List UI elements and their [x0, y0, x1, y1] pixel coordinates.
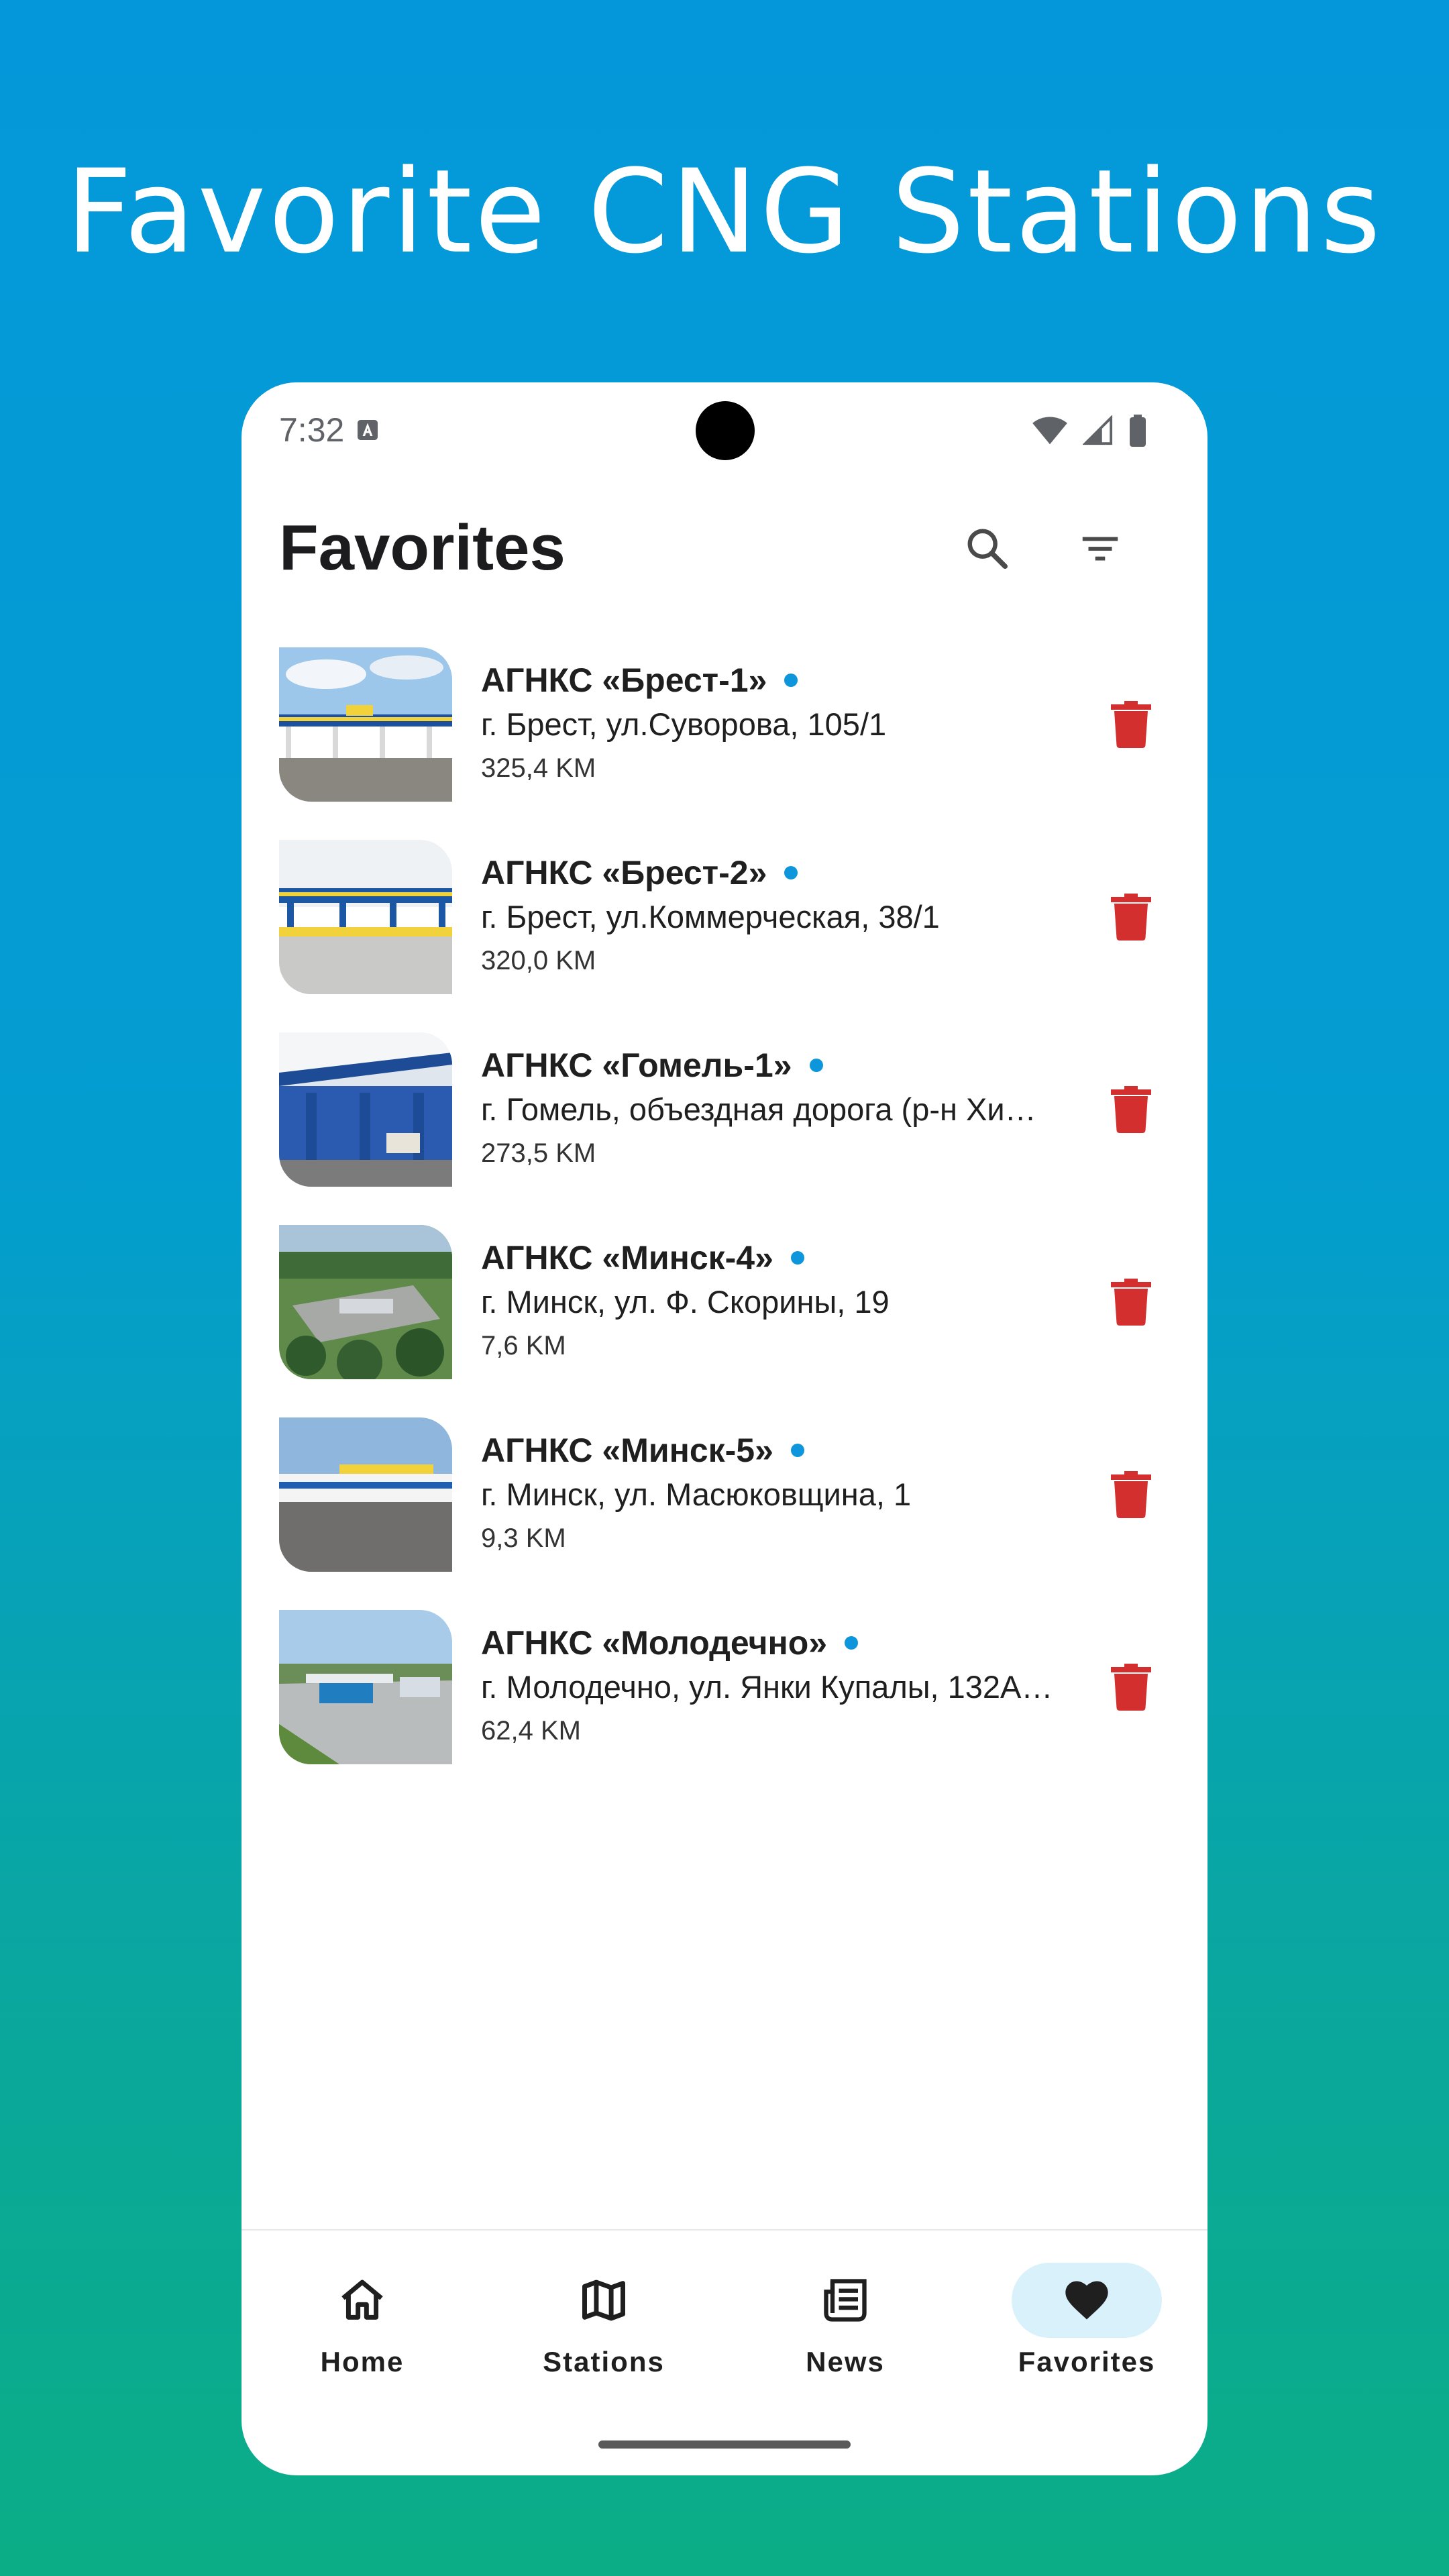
nav-label-news: News: [806, 2346, 885, 2377]
list-item[interactable]: АГНКС «Брест-2» г. Брест, ул.Коммерческа…: [241, 840, 1208, 1032]
delete-icon[interactable]: [1111, 894, 1151, 941]
status-time: 7:32: [279, 411, 345, 449]
station-distance: 62,4 KM: [481, 1716, 581, 1746]
list-item[interactable]: АГНКС «Молодечно» г. Молодечно, ул. Янки…: [241, 1610, 1208, 1803]
delete-icon[interactable]: [1111, 1279, 1151, 1326]
nav-label-stations: Stations: [543, 2346, 665, 2377]
bottom-navigation: Home Stations News Favorites: [241, 2231, 1208, 2405]
status-dot: [809, 1059, 823, 1072]
search-icon: [967, 529, 1008, 570]
station-photo: [279, 1225, 452, 1379]
delete-icon[interactable]: [1111, 1471, 1151, 1518]
station-name-text: АГНКС «Молодечно»: [481, 1624, 828, 1662]
station-name: АГНКС «Брест-2»: [481, 853, 798, 892]
search-button[interactable]: [961, 522, 1014, 576]
station-name: АГНКС «Гомель-1»: [481, 1046, 823, 1085]
station-name-text: АГНКС «Брест-1»: [481, 661, 767, 699]
status-bar: 7:32: [241, 382, 1208, 483]
station-photo: [279, 1610, 452, 1764]
delete-icon[interactable]: [1111, 701, 1151, 748]
delete-icon[interactable]: [1111, 1664, 1151, 1711]
battery-icon: [1130, 415, 1146, 447]
status-dot: [784, 866, 798, 879]
station-distance: 9,3 KM: [481, 1523, 566, 1553]
station-name: АГНКС «Брест-1»: [481, 661, 798, 700]
status-dot: [784, 674, 798, 687]
station-distance: 7,6 KM: [481, 1331, 566, 1360]
station-address: г. Минск, ул. Масюковщина, 1: [481, 1477, 912, 1512]
heart-icon: [1065, 2281, 1108, 2320]
list-item[interactable]: АГНКС «Минск-4» г. Минск, ул. Ф. Скорины…: [241, 1225, 1208, 1417]
news-icon: [824, 2279, 867, 2322]
front-camera: [696, 401, 755, 460]
nav-item-favorites[interactable]: Favorites: [966, 2231, 1208, 2405]
list-item[interactable]: АГНКС «Минск-5» г. Минск, ул. Масюковщин…: [241, 1417, 1208, 1610]
station-distance: 320,0 KM: [481, 946, 596, 975]
notification-a-icon: [358, 420, 378, 440]
phone-screen: 7:32 Favorites АГНКС «Брест-1» г. Брест,…: [241, 382, 1208, 2475]
nav-item-home[interactable]: Home: [241, 2231, 483, 2405]
nav-item-news[interactable]: News: [724, 2231, 966, 2405]
station-name: АГНКС «Минск-5»: [481, 1431, 804, 1470]
station-address: г. Брест, ул.Коммерческая, 38/1: [481, 899, 940, 934]
nav-item-stations[interactable]: Stations: [483, 2231, 724, 2405]
status-dot: [790, 1251, 804, 1265]
list-item[interactable]: АГНКС «Гомель-1» г. Гомель, объездная до…: [241, 1032, 1208, 1225]
status-dot: [790, 1444, 804, 1457]
status-icons: [1032, 415, 1147, 447]
station-address: г. Гомель, объездная дорога (р-н Хи…: [481, 1091, 1036, 1127]
station-name: АГНКС «Минск-4»: [481, 1238, 804, 1277]
station-distance: 325,4 KM: [481, 753, 596, 783]
signal-icon: [1083, 415, 1113, 445]
wifi-icon: [1032, 417, 1067, 445]
nav-label-home: Home: [320, 2346, 405, 2377]
station-name-text: АГНКС «Гомель-1»: [481, 1046, 792, 1084]
promo-headline: Favorite CNG Stations: [66, 144, 1383, 279]
station-photo: [279, 840, 452, 994]
station-photo: [279, 1032, 452, 1187]
station-address: г. Молодечно, ул. Янки Купалы, 132А…: [481, 1669, 1053, 1705]
page-title: Favorites: [279, 512, 566, 584]
station-distance: 273,5 KM: [481, 1138, 596, 1168]
station-photo: [279, 1417, 452, 1572]
station-address: г. Минск, ул. Ф. Скорины, 19: [481, 1284, 890, 1320]
station-name-text: АГНКС «Минск-4»: [481, 1239, 773, 1277]
list-item[interactable]: АГНКС «Брест-1» г. Брест, ул.Суворова, 1…: [241, 647, 1208, 840]
station-name: АГНКС «Молодечно»: [481, 1623, 859, 1662]
gesture-bar[interactable]: [598, 2440, 851, 2449]
station-photo: [279, 647, 452, 802]
station-name-text: АГНКС «Минск-5»: [481, 1432, 773, 1469]
map-icon: [582, 2279, 625, 2321]
station-name-text: АГНКС «Брест-2»: [481, 854, 767, 892]
filter-icon: [1082, 537, 1118, 561]
filter-button[interactable]: [1073, 522, 1127, 576]
nav-label-favorites: Favorites: [1018, 2346, 1156, 2377]
status-dot: [845, 1636, 859, 1650]
delete-icon[interactable]: [1111, 1086, 1151, 1133]
home-icon: [341, 2279, 383, 2320]
station-address: г. Брест, ул.Суворова, 105/1: [481, 706, 887, 742]
